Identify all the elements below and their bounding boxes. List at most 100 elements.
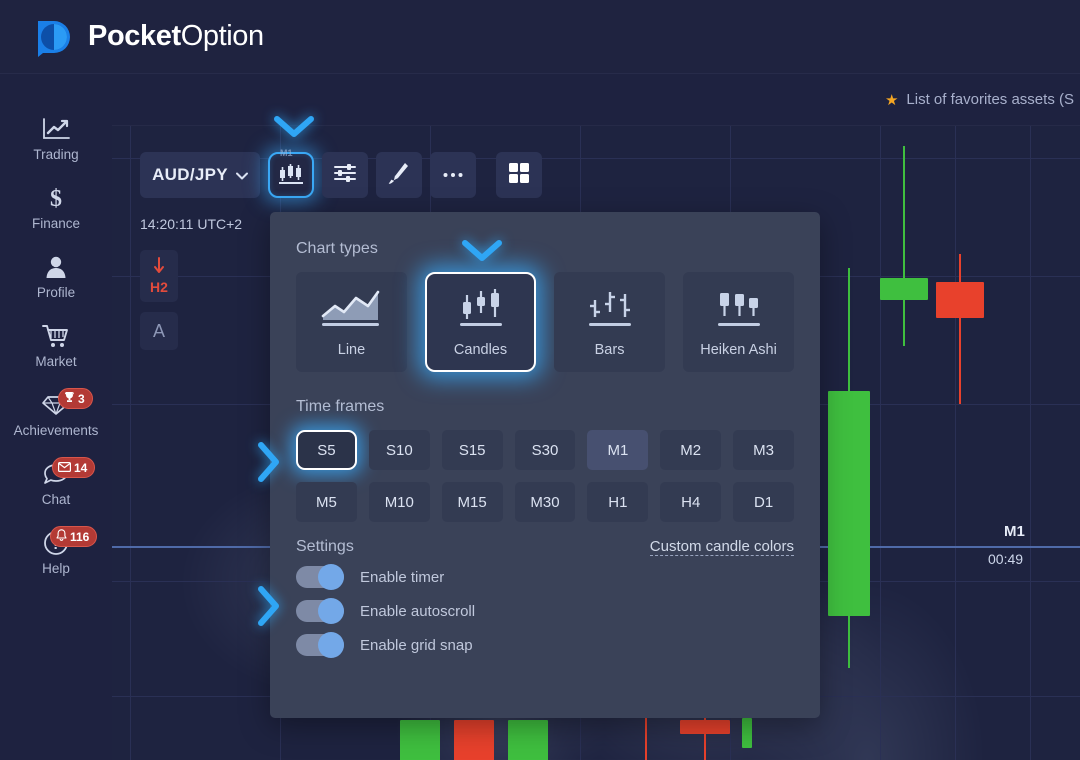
setting-enable-timer[interactable]: Enable timer xyxy=(296,564,794,590)
app-header: PocketOption xyxy=(0,0,1080,74)
pointer-chart-type-chevron-down-icon xyxy=(272,114,316,145)
enable-autoscroll-toggle[interactable] xyxy=(296,598,344,624)
badge-count: 116 xyxy=(70,529,90,544)
setting-label: Enable timer xyxy=(360,568,445,586)
timeframe-m15[interactable]: M15 xyxy=(441,482,503,522)
chart-type-label: Heiken Ashi xyxy=(700,342,777,358)
chart-timeframe-label: M1 xyxy=(1004,523,1025,540)
candle xyxy=(454,720,494,760)
chart-type-label: Line xyxy=(337,342,366,358)
badge-count: 14 xyxy=(74,460,88,475)
signal-label: H2 xyxy=(150,279,168,295)
signal-indicator-button[interactable]: H2 xyxy=(140,250,178,302)
candles-icon xyxy=(278,161,304,190)
more-options-button[interactable] xyxy=(430,152,476,198)
grid-line xyxy=(1030,126,1031,760)
help-badge: 116 xyxy=(50,526,98,547)
timeframe-s5[interactable]: S5 xyxy=(296,430,357,470)
chart-server-time: 14:20:11 UTC+2 xyxy=(140,216,243,232)
timeframe-m5[interactable]: M5 xyxy=(296,482,357,522)
sidebar-item-profile[interactable]: Profile xyxy=(0,242,112,311)
timeframe-s10[interactable]: S10 xyxy=(368,430,430,470)
brand-name-light: Option xyxy=(180,20,264,52)
indicators-button[interactable] xyxy=(322,152,368,198)
asset-selector-label: AUD/JPY xyxy=(152,165,228,184)
time-frames-title: Time frames xyxy=(296,398,385,415)
setting-enable-autoscroll[interactable]: Enable autoscroll xyxy=(296,598,794,624)
timeframe-m10[interactable]: M10 xyxy=(368,482,430,522)
chart-toolbar: AUD/JPY M1 xyxy=(140,148,542,198)
timeframe-d1[interactable]: D1 xyxy=(733,482,795,522)
chart-countdown: 00:49 xyxy=(988,551,1024,567)
chart-meta-panel: 14:20:11 UTC+2 H2 A xyxy=(140,216,242,350)
favorites-assets-link[interactable]: ★ List of favorites assets (S xyxy=(885,91,1080,109)
sidebar-item-market[interactable]: Market xyxy=(0,311,112,380)
chart-settings-panel: Chart types Line Candles Bars Heiken Ash… xyxy=(270,212,820,718)
chart-type-heiken-ashi[interactable]: Heiken Ashi xyxy=(683,272,794,372)
time-frames-row-1: S5 S10 S15 S30 M1 M2 M3 xyxy=(296,430,794,470)
chart-type-label: Candles xyxy=(453,342,508,358)
sidebar-item-chat[interactable]: 14 Chat xyxy=(0,449,112,518)
settings-header: Settings Custom candle colors xyxy=(296,538,794,556)
sidebar-item-achievements[interactable]: 3 Achievements xyxy=(0,380,112,449)
enable-timer-toggle[interactable] xyxy=(296,564,344,590)
chart-types-group: Line Candles Bars Heiken Ashi xyxy=(296,272,794,372)
bar-ohlc-icon xyxy=(579,286,641,332)
grid-four-icon xyxy=(507,161,531,190)
candle xyxy=(936,254,984,554)
timeframe-m1[interactable]: M1 xyxy=(587,430,649,470)
candle xyxy=(880,146,928,466)
brand-logo[interactable]: PocketOption xyxy=(34,17,264,57)
sidebar-item-label: Finance xyxy=(31,216,81,231)
text-tool-button[interactable]: A xyxy=(140,312,178,350)
candle xyxy=(680,718,730,760)
arrow-down-icon xyxy=(153,257,165,278)
chart-type-candles[interactable]: Candles xyxy=(424,272,537,372)
toggle-knob xyxy=(318,632,344,658)
setting-label: Enable grid snap xyxy=(360,636,473,654)
candle xyxy=(400,720,440,760)
person-icon xyxy=(41,253,71,281)
envelope-icon xyxy=(58,461,72,475)
chart-type-line[interactable]: Line xyxy=(296,272,407,372)
chart-type-label: Bars xyxy=(594,342,625,358)
timeframe-h1[interactable]: H1 xyxy=(587,482,649,522)
custom-candle-colors-link[interactable]: Custom candle colors xyxy=(649,538,794,556)
line-chart-icon xyxy=(41,115,71,143)
chart-types-title: Chart types xyxy=(296,240,378,257)
bell-icon xyxy=(56,529,67,544)
text-tool-label: A xyxy=(152,320,165,341)
sidebar-item-label: Market xyxy=(35,354,77,369)
toggle-knob xyxy=(318,598,344,624)
setting-enable-grid-snap[interactable]: Enable grid snap xyxy=(296,632,794,658)
timeframe-s30[interactable]: S30 xyxy=(514,430,576,470)
brand-name: PocketOption xyxy=(88,20,264,53)
time-frames-row-2: M5 M10 M15 M30 H1 H4 D1 xyxy=(296,482,795,522)
settings-title: Settings xyxy=(296,538,354,555)
timeframe-h4[interactable]: H4 xyxy=(660,482,722,522)
sidebar-item-help[interactable]: ? 116 Help xyxy=(0,518,112,587)
timeframe-m3[interactable]: M3 xyxy=(733,430,794,470)
timeframe-m30[interactable]: M30 xyxy=(514,482,576,522)
setting-label: Enable autoscroll xyxy=(360,602,476,620)
draw-tools-button[interactable] xyxy=(376,152,422,198)
caret-down-icon xyxy=(235,165,248,185)
dollar-icon: $ xyxy=(41,184,71,212)
asset-selector[interactable]: AUD/JPY xyxy=(140,152,260,198)
timeframe-s15[interactable]: S15 xyxy=(441,430,503,470)
timeframe-m2[interactable]: M2 xyxy=(660,430,722,470)
sidebar-item-label: Profile xyxy=(36,285,76,300)
sidebar-item-label: Help xyxy=(42,561,70,576)
achievements-badge: 3 xyxy=(58,388,93,409)
svg-text:$: $ xyxy=(50,186,62,211)
sidebar-item-trading[interactable]: Trading xyxy=(0,104,112,173)
chart-type-button[interactable]: M1 xyxy=(268,148,314,198)
pointer-settings-chevron-right-icon xyxy=(256,584,282,633)
sub-header-bar: ★ List of favorites assets (S xyxy=(0,74,1080,126)
layout-button[interactable] xyxy=(496,152,542,198)
enable-grid-snap-toggle[interactable] xyxy=(296,632,344,658)
chat-badge: 14 xyxy=(52,457,96,478)
candle xyxy=(508,720,548,760)
chart-type-bars[interactable]: Bars xyxy=(554,272,666,372)
sidebar-item-finance[interactable]: $ Finance xyxy=(0,173,112,242)
